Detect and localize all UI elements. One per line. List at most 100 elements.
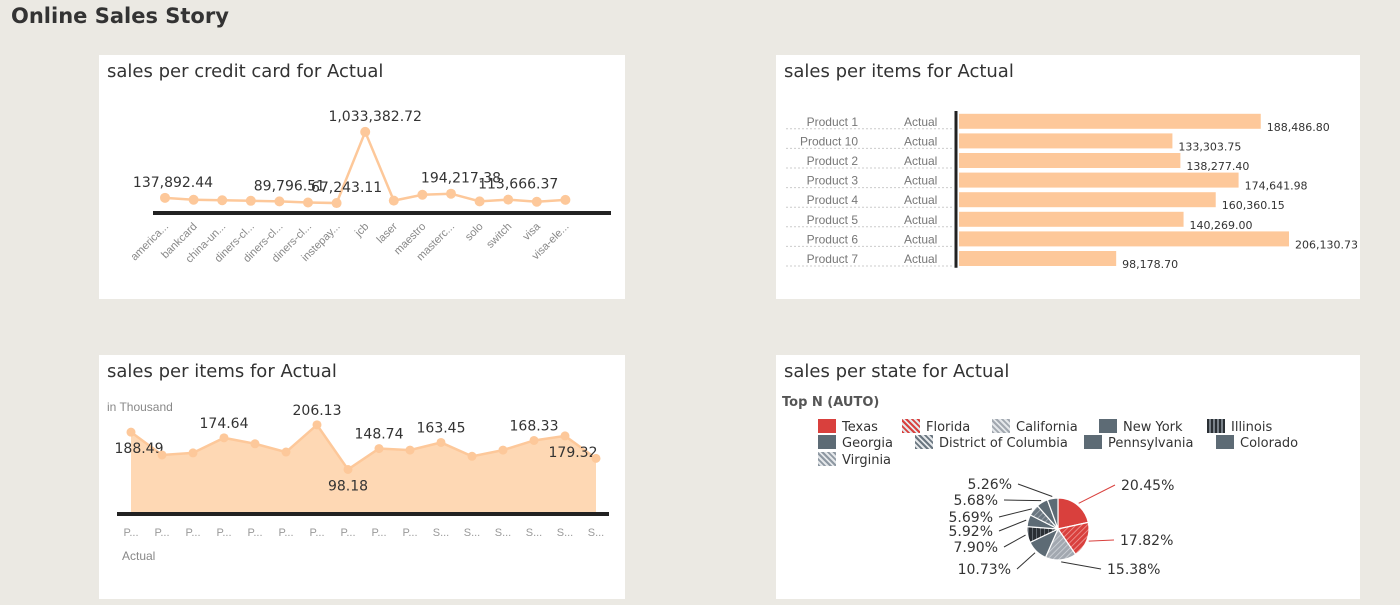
bar-data-label: 138,277.40 xyxy=(1186,160,1249,173)
credit-point xyxy=(360,126,371,137)
bar-category-label: Product 2 xyxy=(807,154,859,168)
bar-measure-label: Actual xyxy=(904,174,937,188)
area-tick-label: P... xyxy=(216,527,231,539)
credit-point xyxy=(417,189,428,200)
area-tick-label: P... xyxy=(402,527,417,539)
area-point xyxy=(498,445,508,455)
bar-measure-label: Actual xyxy=(904,154,937,168)
items-area-chart-card[interactable]: sales per items for Actual in Thousand 1… xyxy=(99,355,625,599)
area-tick-label: P... xyxy=(247,527,262,539)
area-tick-label: S... xyxy=(526,527,543,539)
bar xyxy=(959,231,1289,247)
story-title: Online Sales Story xyxy=(11,4,229,28)
bar xyxy=(959,133,1173,149)
credit-tick-label: solo xyxy=(463,221,486,244)
area-data-label: 168.33 xyxy=(510,418,559,434)
bar-category-label: Product 1 xyxy=(807,115,859,129)
credit-data-label: 137,892.44 xyxy=(133,175,213,191)
bar-category-label: Product 6 xyxy=(807,232,859,246)
bar xyxy=(959,192,1216,208)
bar-data-label: 206,130.73 xyxy=(1295,238,1358,251)
items-bar-chart: Product 1 Actual 188,486.80 Product 10 Actua… xyxy=(786,111,1358,271)
area-point xyxy=(250,439,260,449)
bar-category-label: Product 10 xyxy=(800,134,858,148)
pie-slice-label: 5.68% xyxy=(954,493,998,509)
area-point xyxy=(126,427,136,437)
credit-tick-label: jcb xyxy=(352,221,371,240)
pie-leader-line xyxy=(1088,539,1115,542)
credit-tick-label: visa xyxy=(521,220,544,243)
credit-point xyxy=(503,194,514,205)
credit-point xyxy=(388,195,399,206)
area-data-label: 174.64 xyxy=(200,416,249,432)
items-area-chart: 188.49 P... P... P... 174.64 P... P... P... 206.… xyxy=(115,403,609,539)
bar xyxy=(959,211,1184,227)
bar-category-label: Product 4 xyxy=(807,193,859,207)
area-tick-label: P... xyxy=(309,527,324,539)
area-point xyxy=(374,444,384,454)
bar xyxy=(959,251,1117,266)
area-data-label: 163.45 xyxy=(417,420,466,436)
state-pie-chart-card[interactable]: sales per state for Actual Top N (AUTO) … xyxy=(776,355,1360,599)
pie-slice-label: 5.92% xyxy=(949,524,993,540)
credit-point xyxy=(474,196,485,207)
credit-point xyxy=(245,195,256,206)
bar-measure-label: Actual xyxy=(904,213,937,227)
credit-point xyxy=(446,188,456,199)
pie-leader-line xyxy=(1003,534,1026,548)
credit-data-label: 1,033,382.72 xyxy=(328,109,422,125)
area-tick-label: P... xyxy=(185,527,200,539)
pie-slice-label: 10.73% xyxy=(958,562,1011,578)
pie-slice-label: 15.38% xyxy=(1107,562,1160,578)
bar xyxy=(959,113,1261,129)
pie-leader-line xyxy=(1003,499,1042,502)
area-tick-label: S... xyxy=(495,527,512,539)
area-point xyxy=(157,450,167,460)
credit-point xyxy=(531,196,542,207)
pie-leader-line xyxy=(1017,483,1053,497)
bar-measure-label: Actual xyxy=(904,252,937,266)
area-point xyxy=(219,433,229,443)
bar-measure-label: Actual xyxy=(904,134,937,148)
area-point xyxy=(436,437,446,447)
bar xyxy=(959,172,1239,188)
bar-measure-label: Actual xyxy=(904,115,937,129)
area-tick-label: S... xyxy=(588,527,605,539)
pie-leader-line xyxy=(998,519,1027,532)
pie-slice-label: 5.69% xyxy=(949,510,993,526)
area-tick-label: S... xyxy=(464,527,481,539)
credit-card-chart-card[interactable]: sales per credit card for Actual 137,892… xyxy=(99,55,625,299)
credit-point xyxy=(331,198,342,209)
pie-slice-label: 7.90% xyxy=(954,540,998,556)
area-data-label: 179.32 xyxy=(549,445,598,461)
area-point xyxy=(281,447,291,457)
bar-category-label: Product 3 xyxy=(807,174,859,188)
credit-card-line-chart: 137,892.44america...bankcardchina-un...d… xyxy=(128,109,611,265)
area-point xyxy=(560,431,570,441)
area-tick-label: P... xyxy=(371,527,386,539)
area-point xyxy=(188,448,198,458)
bar-category-label: Product 5 xyxy=(807,213,859,227)
bar-category-label: Product 7 xyxy=(807,252,859,266)
area-point xyxy=(405,445,415,455)
pie-leader-line xyxy=(1078,484,1116,504)
area-point xyxy=(591,453,601,463)
pie-slice-label: 17.82% xyxy=(1120,533,1173,549)
bar-data-label: 188,486.80 xyxy=(1267,121,1330,134)
bar-data-label: 98,178.70 xyxy=(1122,258,1178,271)
bar xyxy=(959,153,1181,168)
credit-data-label: 67,243.11 xyxy=(311,180,382,196)
area-tick-label: P... xyxy=(154,527,169,539)
pie-leader-line xyxy=(1061,561,1102,570)
items-bar-chart-card[interactable]: sales per items for Actual Product 1 Actu… xyxy=(776,55,1360,299)
bar-measure-label: Actual xyxy=(904,193,937,207)
area-tick-label: S... xyxy=(433,527,450,539)
area-point xyxy=(467,451,477,461)
area-point xyxy=(529,435,539,445)
area-data-label: 206.13 xyxy=(293,403,342,419)
credit-data-label: 113,666.37 xyxy=(478,177,558,193)
bar-data-label: 140,269.00 xyxy=(1190,219,1253,232)
area-tick-label: P... xyxy=(278,527,293,539)
area-point xyxy=(312,420,322,430)
area-point xyxy=(343,464,353,474)
